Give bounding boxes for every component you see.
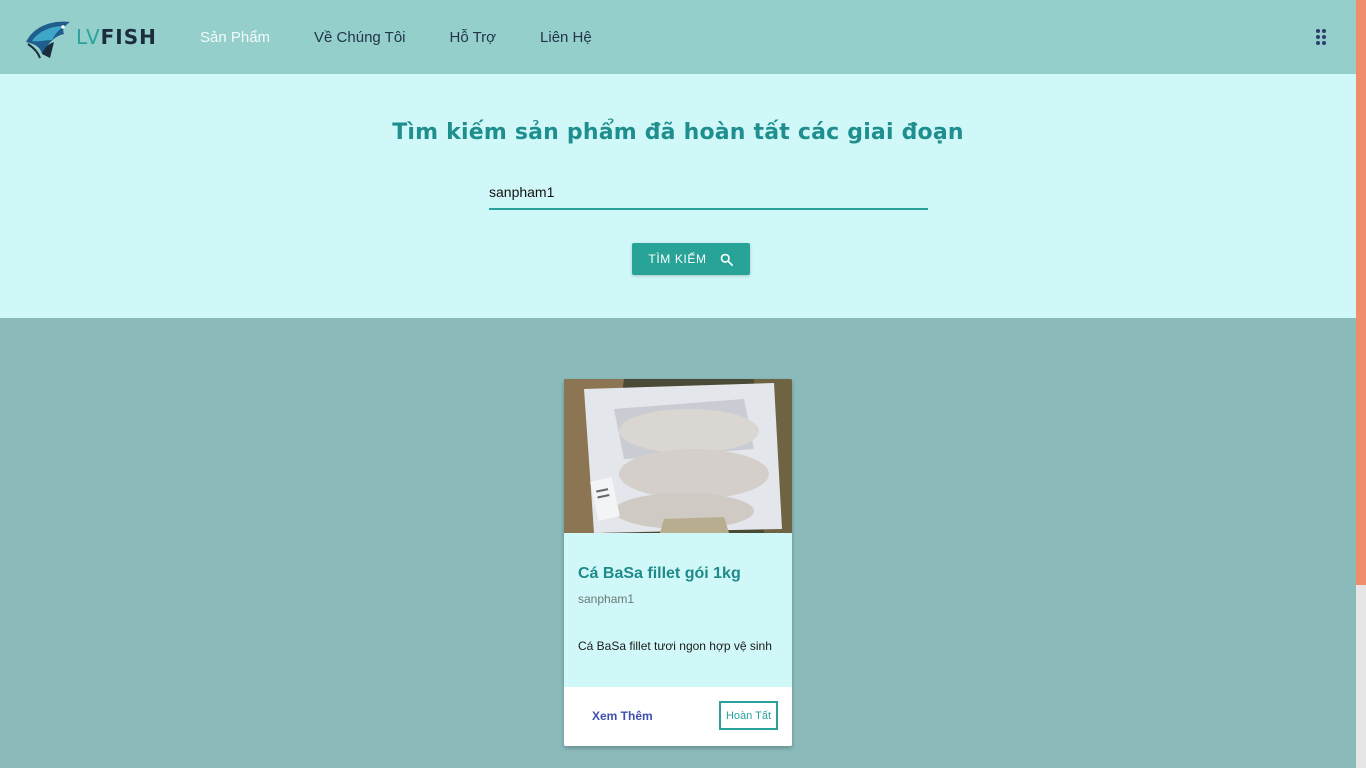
apps-grid-icon[interactable] <box>1316 29 1326 45</box>
brand-name-fish: FISH <box>100 25 157 49</box>
page-title: Tìm kiếm sản phẩm đã hoàn tất các giai đ… <box>392 120 964 145</box>
product-card: Cá BaSa fillet gói 1kg sanpham1 Cá BaSa … <box>564 379 792 746</box>
search-input[interactable] <box>489 176 928 210</box>
brand-name-lv: LV <box>76 25 101 49</box>
product-image <box>564 379 792 533</box>
product-code: sanpham1 <box>578 592 635 606</box>
product-title: Cá BaSa fillet gói 1kg <box>578 565 741 582</box>
search-icon <box>720 253 733 266</box>
brand-logo[interactable]: LVFISH <box>24 14 157 60</box>
nav-san-pham[interactable]: Sản Phẩm <box>200 29 270 46</box>
search-section: Tìm kiếm sản phẩm đã hoàn tất các giai đ… <box>0 74 1356 318</box>
nav-ve-chung-toi[interactable]: Về Chúng Tôi <box>314 29 405 46</box>
view-more-link[interactable]: Xem Thêm <box>592 709 653 723</box>
nav-links: Sản Phẩm Về Chúng Tôi Hỗ Trợ Liên Hệ <box>200 0 636 74</box>
nav-lien-he[interactable]: Liên Hệ <box>540 29 592 46</box>
brand-name: LVFISH <box>76 25 157 49</box>
top-navbar: LVFISH Sản Phẩm Về Chúng Tôi Hỗ Trợ Liên… <box>0 0 1356 74</box>
search-button[interactable]: TÌM KIẾM <box>632 243 750 275</box>
status-complete-button[interactable]: Hoàn Tất <box>719 701 778 730</box>
card-actions: Xem Thêm Hoàn Tất <box>564 687 792 746</box>
scrollbar-thumb[interactable] <box>1356 0 1366 585</box>
scrollbar[interactable] <box>1356 0 1366 768</box>
fish-logo-icon <box>26 21 70 59</box>
search-button-label: TÌM KIẾM <box>648 252 707 266</box>
product-description: Cá BaSa fillet tươi ngon hợp vệ sinh <box>578 639 772 653</box>
nav-ho-tro[interactable]: Hỗ Trợ <box>450 29 497 46</box>
